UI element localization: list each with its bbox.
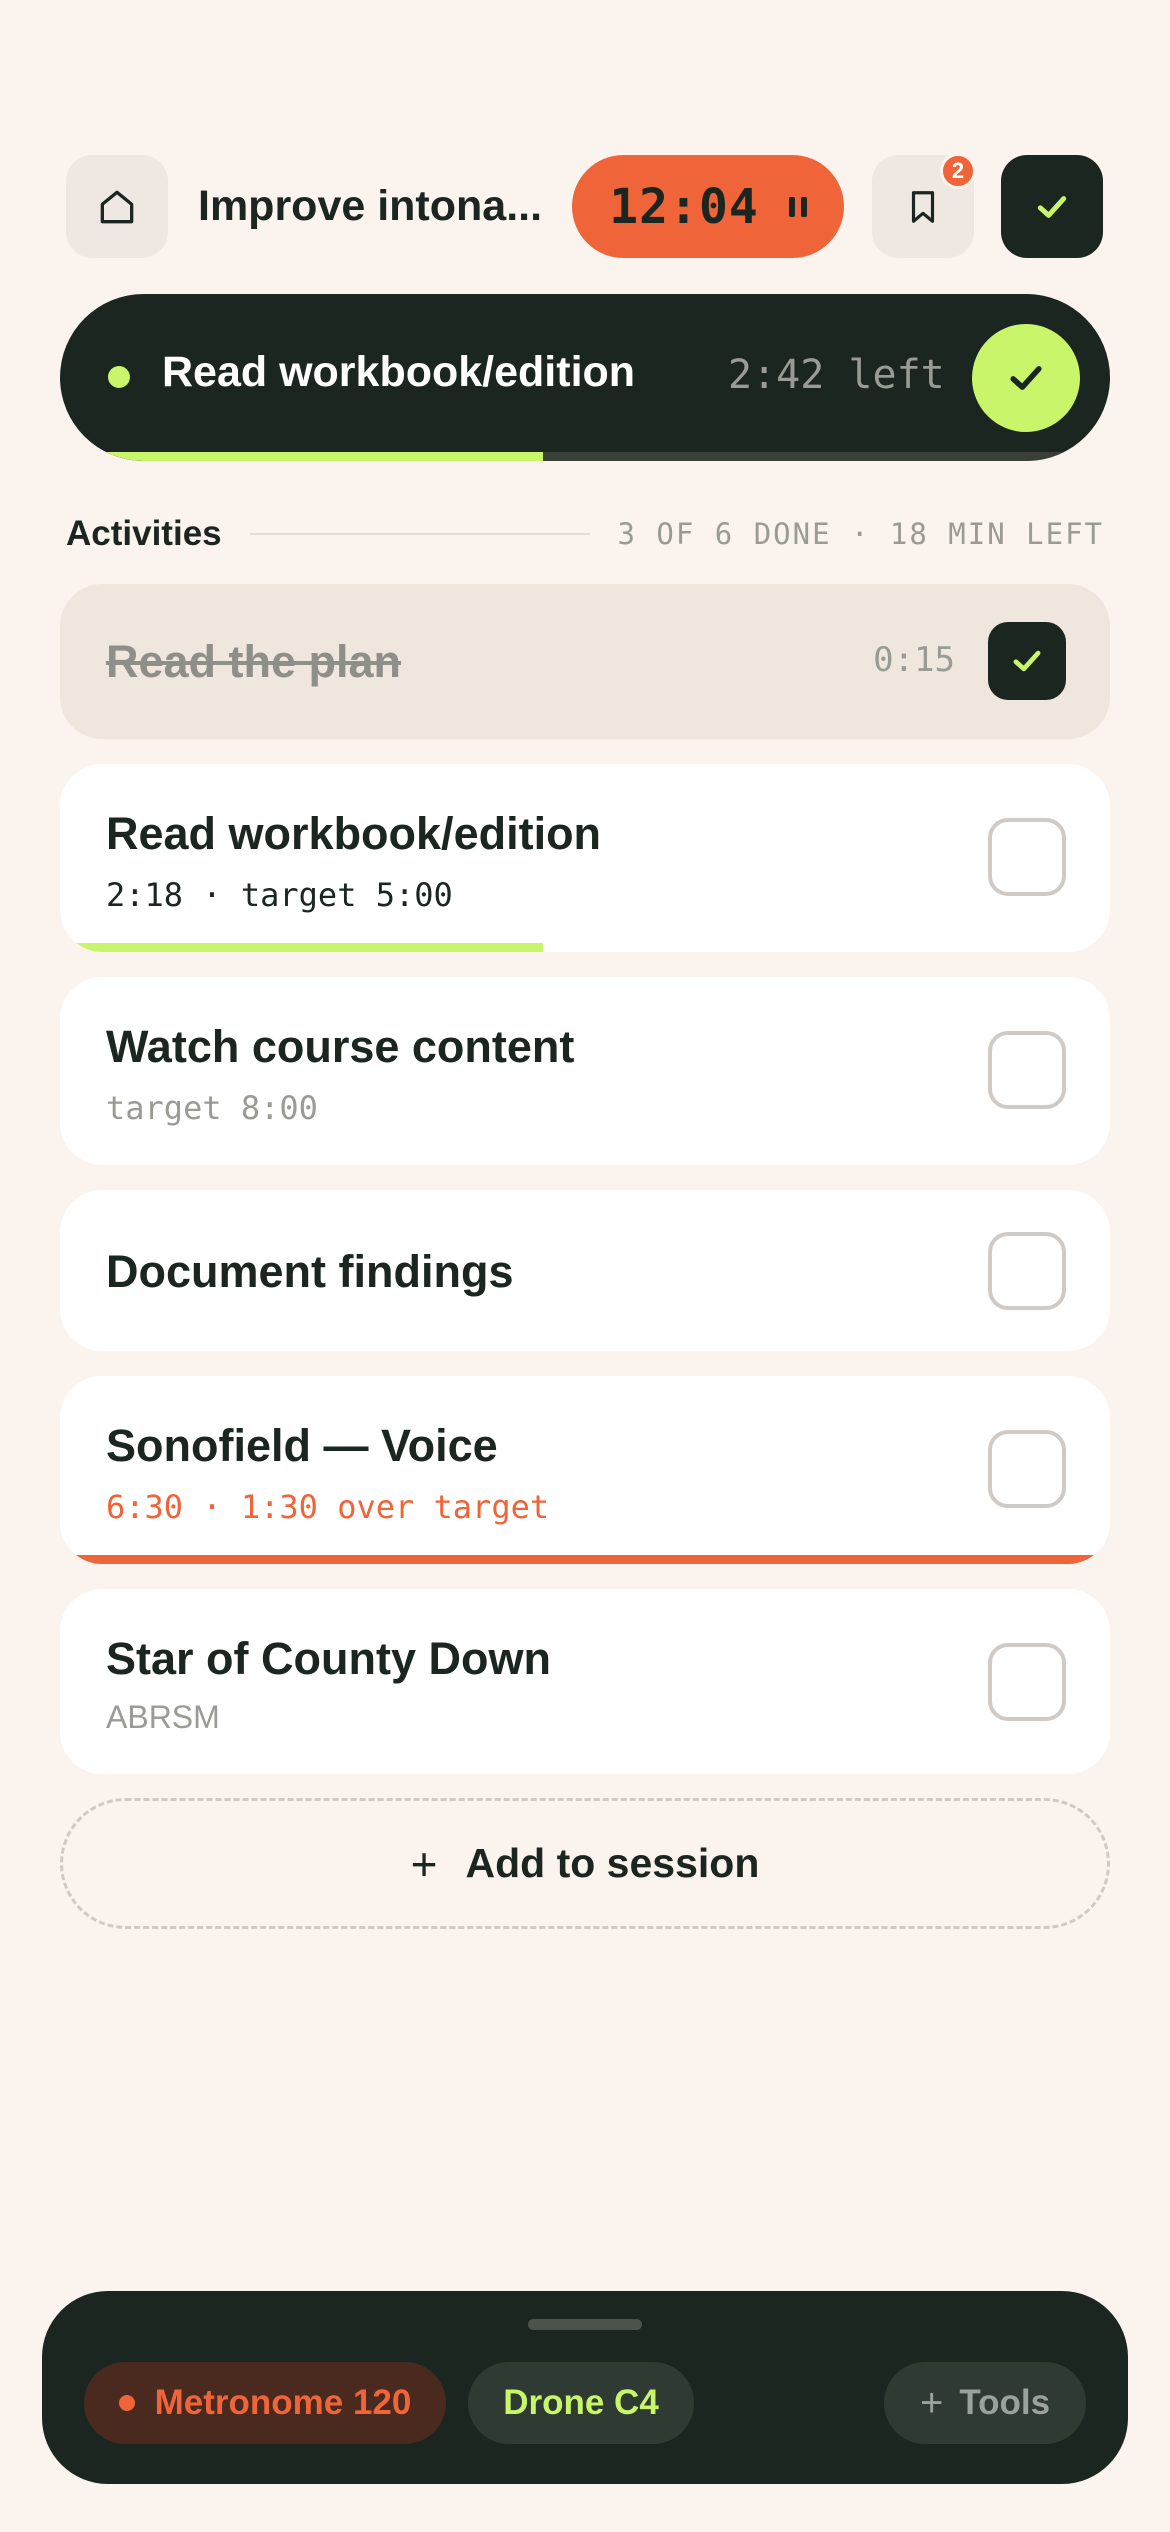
activity-card[interactable]: Star of County Down ABRSM xyxy=(60,1589,1110,1774)
add-to-session-label: Add to session xyxy=(465,1840,760,1886)
session-timer: 12:04 xyxy=(609,178,759,235)
activity-card[interactable]: Document findings xyxy=(60,1190,1110,1351)
session-timer-button[interactable]: 12:04 xyxy=(572,155,844,258)
activity-subtitle: ABRSM xyxy=(106,1699,220,1735)
tools-label: Tools xyxy=(959,2383,1051,2422)
pause-icon xyxy=(788,196,807,217)
activity-title: Document findings xyxy=(106,1246,514,1297)
tools-button[interactable]: + Tools xyxy=(884,2362,1086,2444)
bookmark-count-badge: 2 xyxy=(940,153,976,189)
activity-card[interactable]: Watch course content target 8:00 xyxy=(60,977,1110,1165)
current-activity-banner[interactable]: Read workbook/edition 2:42 left xyxy=(60,294,1110,461)
current-progress-track xyxy=(60,452,1110,461)
plus-icon: + xyxy=(919,2380,944,2425)
check-icon xyxy=(1013,650,1041,672)
activity-checkbox[interactable] xyxy=(988,1643,1066,1721)
activity-checkbox[interactable] xyxy=(988,1430,1066,1508)
activity-checkbox[interactable] xyxy=(988,1031,1066,1109)
activity-progress-bar xyxy=(60,1555,1110,1564)
check-icon xyxy=(1010,366,1042,390)
activity-time: 0:15 xyxy=(873,640,955,680)
plus-icon: + xyxy=(410,1837,438,1890)
activity-card[interactable]: Sonofield — Voice 6:30 · 1:30 over targe… xyxy=(60,1376,1110,1564)
add-to-session-button[interactable]: + Add to session xyxy=(60,1798,1110,1929)
metronome-chip[interactable]: Metronome 120 xyxy=(84,2362,446,2444)
activity-progress-bar xyxy=(60,943,543,952)
complete-current-button[interactable] xyxy=(972,324,1080,432)
activity-checkbox[interactable] xyxy=(988,818,1066,896)
activity-title: Read the plan xyxy=(106,636,402,687)
current-activity-name: Read workbook/edition xyxy=(162,348,636,396)
activity-checkbox[interactable] xyxy=(988,622,1066,700)
metronome-indicator-dot xyxy=(118,2395,135,2411)
activity-card[interactable]: Read workbook/edition 2:18 · target 5:00 xyxy=(60,764,1110,952)
session-header: Improve intona... 12:04 2 xyxy=(66,153,1104,258)
metronome-label: Metronome 120 xyxy=(154,2383,412,2422)
drone-chip[interactable]: Drone C4 xyxy=(468,2362,694,2444)
tools-drawer: Metronome 120 Drone C4 + Tools xyxy=(42,2291,1128,2484)
activity-subtitle: 6:30 · 1:30 over target xyxy=(106,1488,550,1526)
activities-header: Activities 3 OF 6 DONE · 18 MIN LEFT xyxy=(66,510,1104,558)
activity-title: Star of County Down xyxy=(106,1633,551,1684)
check-icon xyxy=(1037,195,1067,218)
drawer-handle[interactable] xyxy=(528,2319,642,2330)
finish-session-button[interactable] xyxy=(1001,155,1103,258)
drone-label: Drone C4 xyxy=(503,2383,659,2422)
activity-subtitle: target 8:00 xyxy=(106,1089,318,1127)
divider xyxy=(249,533,590,535)
current-progress-fill xyxy=(60,452,543,461)
activity-title: Watch course content xyxy=(106,1021,575,1072)
active-indicator-dot xyxy=(108,366,130,388)
activity-subtitle: 2:18 · target 5:00 xyxy=(106,876,453,914)
activities-label: Activities xyxy=(66,514,222,553)
activity-checkbox[interactable] xyxy=(988,1232,1066,1310)
home-button[interactable] xyxy=(66,155,168,258)
activities-summary: 3 OF 6 DONE · 18 MIN LEFT xyxy=(617,517,1104,551)
bookmark-icon xyxy=(911,190,935,223)
home-icon xyxy=(100,190,134,223)
current-activity-time-left: 2:42 left xyxy=(728,352,945,398)
session-title: Improve intona... xyxy=(198,182,543,230)
bookmark-button[interactable]: 2 xyxy=(872,153,976,258)
activity-card[interactable]: Read the plan 0:15 xyxy=(60,584,1110,739)
activity-title: Read workbook/edition xyxy=(106,808,602,859)
activity-title: Sonofield — Voice xyxy=(106,1420,498,1471)
